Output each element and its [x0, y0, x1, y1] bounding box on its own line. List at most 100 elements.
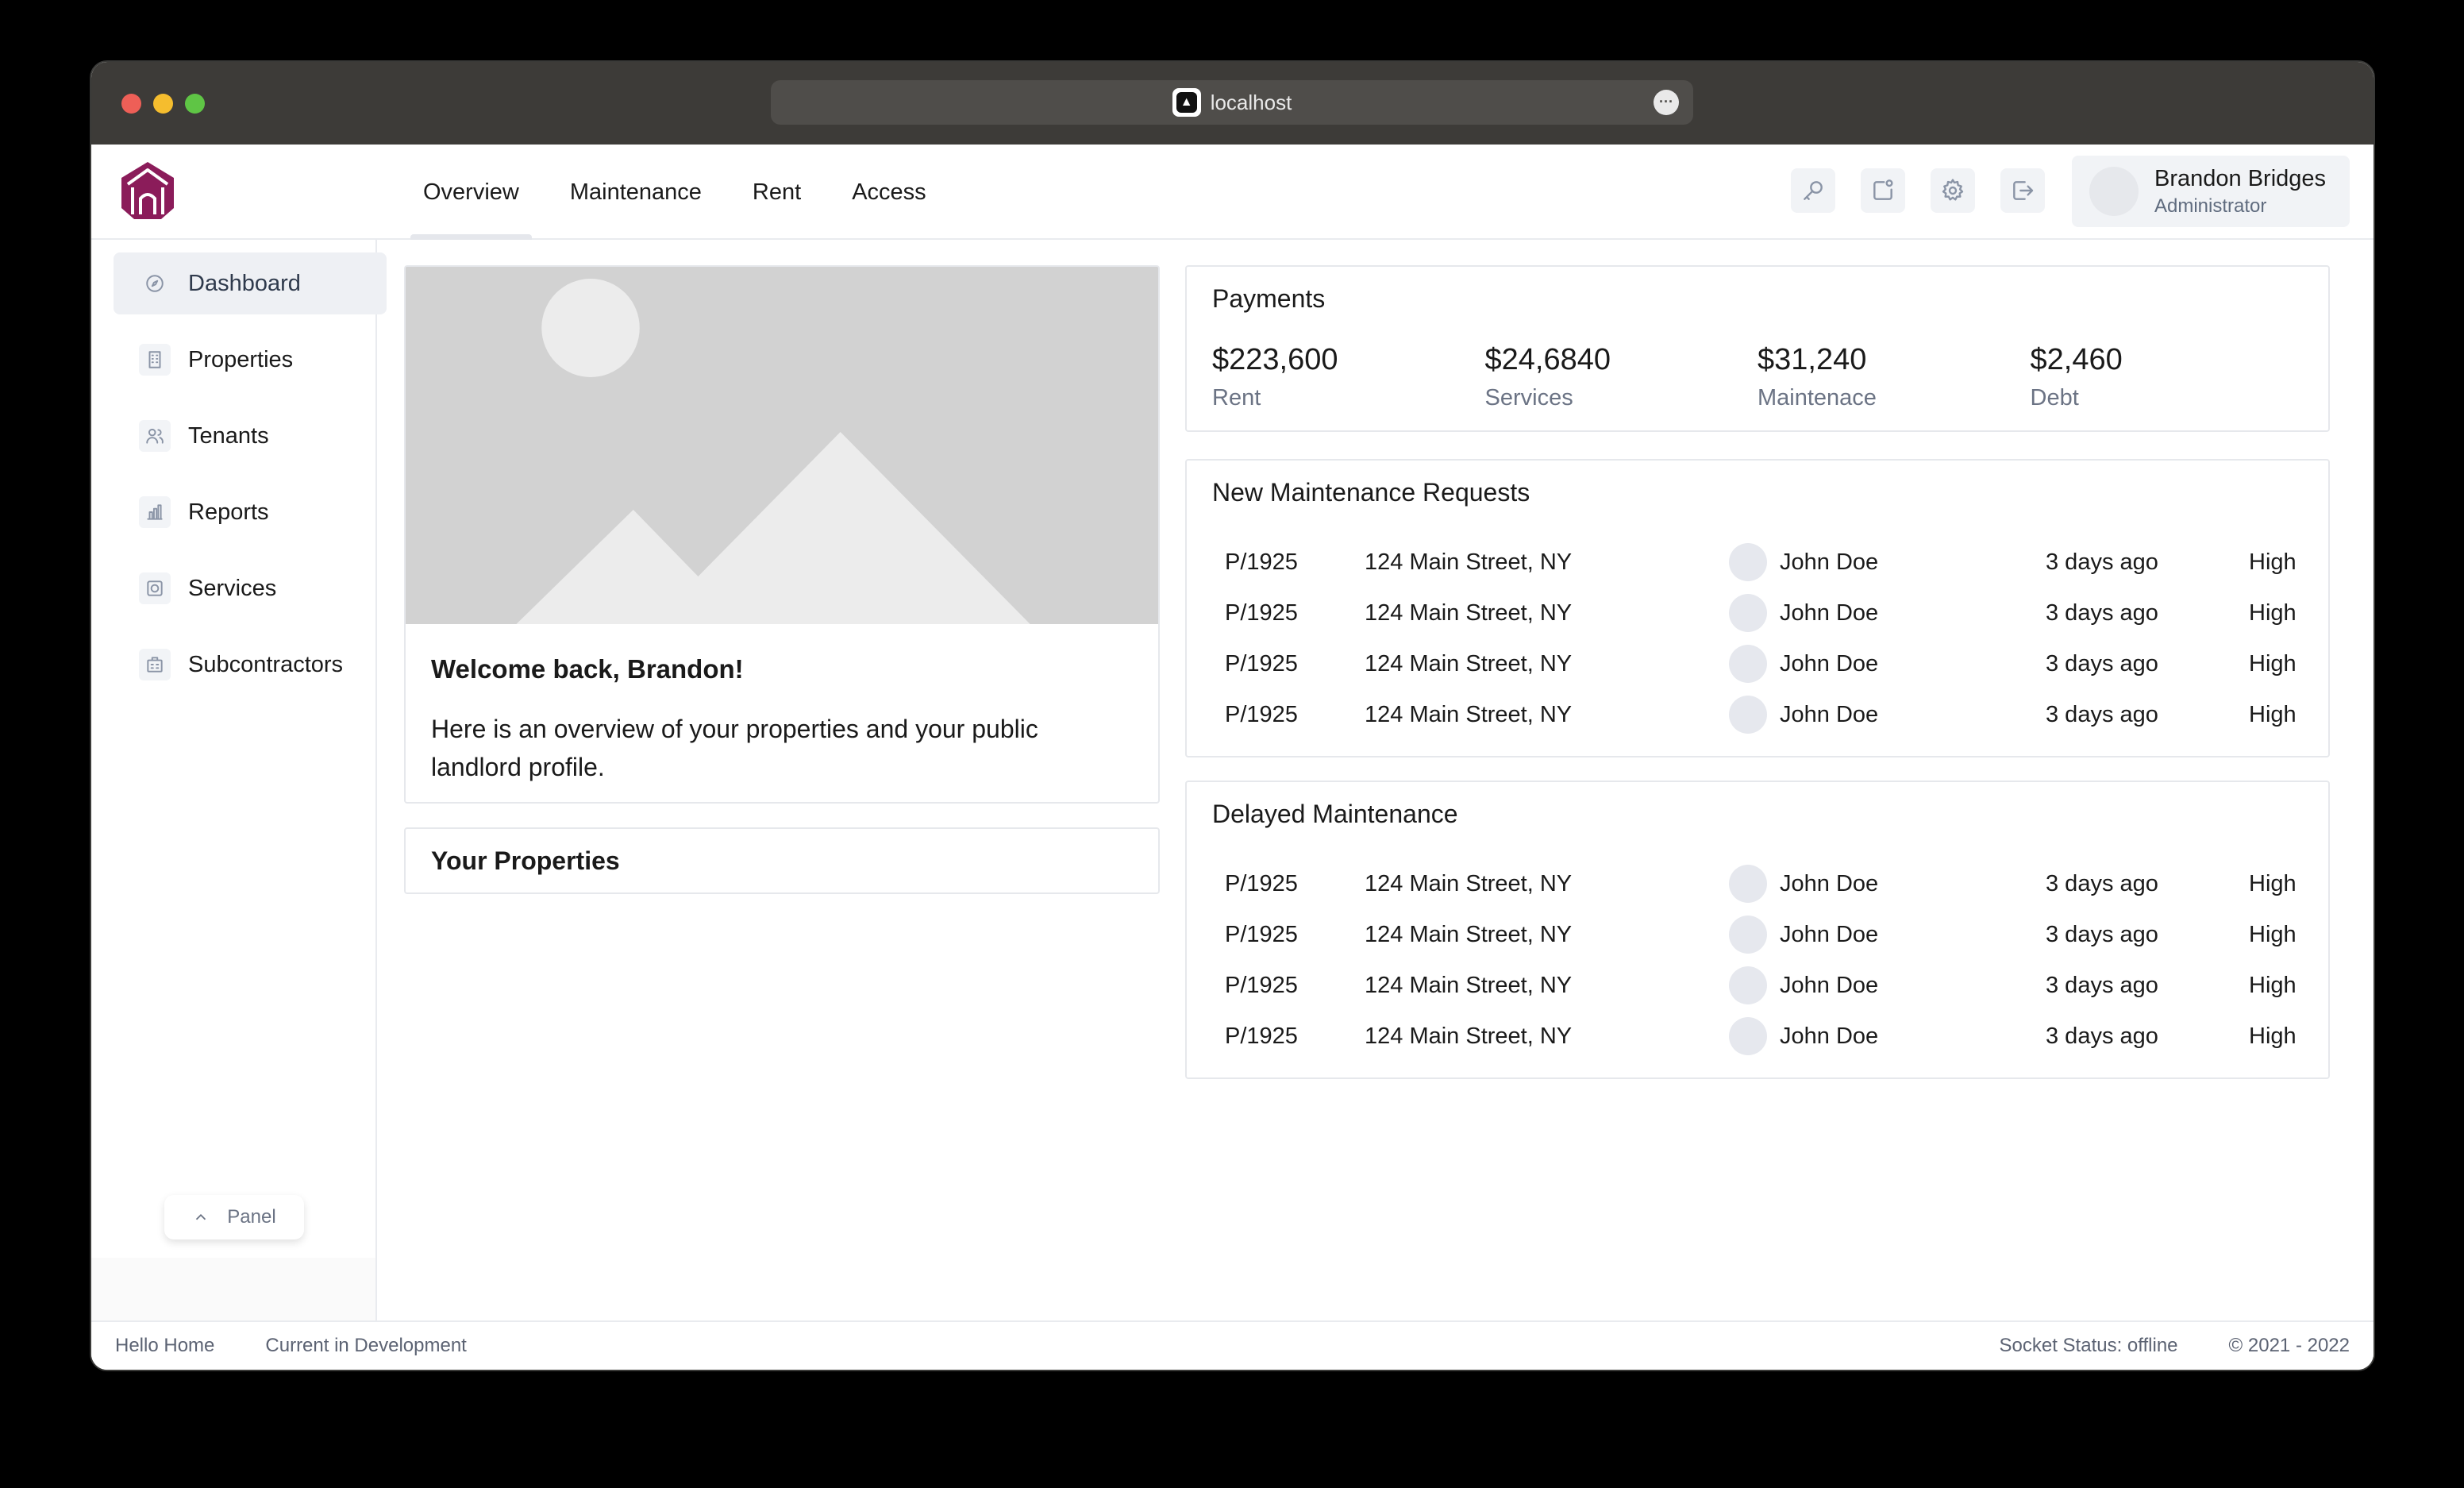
welcome-text: Here is an overview of your properties a…: [431, 715, 1038, 781]
share-icon: [1873, 179, 1893, 200]
maximize-window-button[interactable]: [185, 94, 205, 114]
settings-button[interactable]: [1931, 168, 1975, 213]
footer-dev-status: Current in Development: [265, 1335, 467, 1356]
user-menu[interactable]: Brandon Bridges Administrator: [2072, 156, 2350, 227]
payment-amount: $31,240: [1758, 343, 1867, 376]
request-tenant: John Doe: [1780, 702, 1879, 727]
sidebar-item-properties[interactable]: Properties: [114, 329, 387, 391]
image-placeholder-icon: [406, 267, 1158, 624]
request-priority: High: [2249, 871, 2297, 896]
payment-label: Rent: [1212, 385, 1261, 411]
table-row[interactable]: P/1925 124 Main Street, NY John Doe 3 da…: [1212, 911, 2303, 962]
request-id: P/1925: [1225, 702, 1298, 727]
avatar: [1729, 543, 1767, 581]
table-row[interactable]: P/1925 124 Main Street, NY John Doe 3 da…: [1212, 962, 2303, 1012]
table-row[interactable]: P/1925 124 Main Street, NY John Doe 3 da…: [1212, 538, 2303, 589]
user-role: Administrator: [2154, 195, 2267, 217]
browser-titlebar: ▲ localhost ···: [91, 62, 2374, 145]
site-favicon-icon: ▲: [1172, 88, 1201, 117]
avatar: [2089, 167, 2139, 216]
sidebar-item-label: Services: [188, 575, 277, 601]
key-button[interactable]: [1791, 168, 1835, 213]
request-time: 3 days ago: [2046, 549, 2158, 575]
request-address: 124 Main Street, NY: [1365, 651, 1573, 677]
new-maintenance-requests-card: New Maintenance Requests P/1925 124 Main…: [1185, 459, 2330, 757]
chevron-up-icon: [196, 1213, 206, 1220]
sidebar-item-tenants[interactable]: Tenants: [114, 405, 387, 467]
minimize-window-button[interactable]: [153, 94, 173, 114]
sidebar-bottom: [91, 1258, 377, 1321]
more-options-icon[interactable]: ···: [1654, 90, 1679, 115]
payment-stat-maintenance: $31,240 Maintenace: [1758, 343, 2031, 411]
tab-access[interactable]: Access: [839, 145, 938, 240]
chart-icon: [139, 496, 171, 528]
share-button[interactable]: [1861, 168, 1905, 213]
sidebar-item-label: Dashboard: [188, 270, 301, 296]
your-properties-card: Your Properties: [404, 827, 1160, 894]
tab-overview[interactable]: Overview: [410, 145, 532, 240]
request-tenant: John Doe: [1780, 973, 1879, 998]
logout-icon: [2013, 181, 2034, 200]
top-navigation: Overview Maintenance Rent Access Brandon…: [91, 145, 2374, 240]
payment-label: Debt: [2030, 385, 2079, 411]
footer-left: Hello Home Current in Development: [115, 1335, 467, 1357]
request-id: P/1925: [1225, 973, 1298, 998]
request-priority: High: [2249, 549, 2297, 575]
table-row[interactable]: P/1925 124 Main Street, NY John Doe 3 da…: [1212, 860, 2303, 911]
welcome-card: Welcome back, Brandon! Here is an overvi…: [404, 265, 1160, 804]
copyright: © 2021 - 2022: [2228, 1335, 2350, 1356]
payment-stat-debt: $2,460 Debt: [2031, 343, 2304, 411]
request-time: 3 days ago: [2046, 702, 2158, 727]
avatar: [1729, 966, 1767, 1004]
request-id: P/1925: [1225, 922, 1298, 947]
request-id: P/1925: [1225, 600, 1298, 626]
address-bar[interactable]: ▲ localhost ···: [771, 80, 1693, 125]
table-row[interactable]: P/1925 124 Main Street, NY John Doe 3 da…: [1212, 1012, 2303, 1063]
request-id: P/1925: [1225, 1023, 1298, 1049]
request-time: 3 days ago: [2046, 600, 2158, 626]
request-time: 3 days ago: [2046, 651, 2158, 677]
footer: Hello Home Current in Development Socket…: [91, 1320, 2374, 1370]
sidebar-item-dashboard[interactable]: Dashboard: [114, 252, 387, 314]
payment-label: Maintenace: [1758, 385, 1877, 411]
request-tenant: John Doe: [1780, 600, 1879, 626]
request-priority: High: [2249, 651, 2297, 677]
sidebar-item-reports[interactable]: Reports: [114, 481, 387, 543]
payment-label: Services: [1484, 385, 1573, 411]
building-icon: [139, 344, 171, 376]
request-priority: High: [2249, 600, 2297, 626]
payment-stat-services: $24,6840 Services: [1485, 343, 1758, 411]
gear-icon: [1942, 179, 1964, 201]
sidebar-item-label: Subcontractors: [188, 651, 344, 677]
logout-button[interactable]: [2000, 168, 2045, 213]
request-address: 124 Main Street, NY: [1365, 1023, 1573, 1049]
request-address: 124 Main Street, NY: [1365, 871, 1573, 896]
request-time: 3 days ago: [2046, 973, 2158, 998]
app: Overview Maintenance Rent Access Brandon…: [91, 145, 2374, 1370]
close-window-button[interactable]: [121, 94, 141, 114]
avatar: [1729, 865, 1767, 903]
table-row[interactable]: P/1925 124 Main Street, NY John Doe 3 da…: [1212, 640, 2303, 691]
users-icon: [139, 420, 171, 452]
sidebar-item-subcontractors[interactable]: Subcontractors: [114, 634, 387, 696]
panel-toggle-button[interactable]: Panel: [164, 1195, 304, 1239]
payments-card: Payments $223,600 Rent $24,6840 Services…: [1185, 265, 2330, 432]
table-row[interactable]: P/1925 124 Main Street, NY John Doe 3 da…: [1212, 589, 2303, 640]
request-id: P/1925: [1225, 871, 1298, 896]
delayed-maintenance-card: Delayed Maintenance P/1925 124 Main Stre…: [1185, 781, 2330, 1079]
request-id: P/1925: [1225, 651, 1298, 677]
payment-amount: $2,460: [2030, 343, 2123, 376]
tab-rent[interactable]: Rent: [740, 145, 814, 240]
request-tenant: John Doe: [1780, 549, 1879, 575]
table-row[interactable]: P/1925 124 Main Street, NY John Doe 3 da…: [1212, 691, 2303, 742]
request-time: 3 days ago: [2046, 1023, 2158, 1049]
new-requests-list: P/1925 124 Main Street, NY John Doe 3 da…: [1212, 538, 2303, 742]
tab-maintenance[interactable]: Maintenance: [557, 145, 714, 240]
welcome-title: Welcome back, Brandon!: [431, 654, 744, 684]
house-logo-icon[interactable]: [120, 160, 175, 221]
footer-right: Socket Status: offline © 2021 - 2022: [2000, 1335, 2350, 1357]
sidebar-item-services[interactable]: Services: [114, 557, 387, 619]
footer-app-name: Hello Home: [115, 1335, 215, 1356]
payment-stat-rent: $223,600 Rent: [1212, 343, 1485, 411]
request-address: 124 Main Street, NY: [1365, 973, 1573, 998]
